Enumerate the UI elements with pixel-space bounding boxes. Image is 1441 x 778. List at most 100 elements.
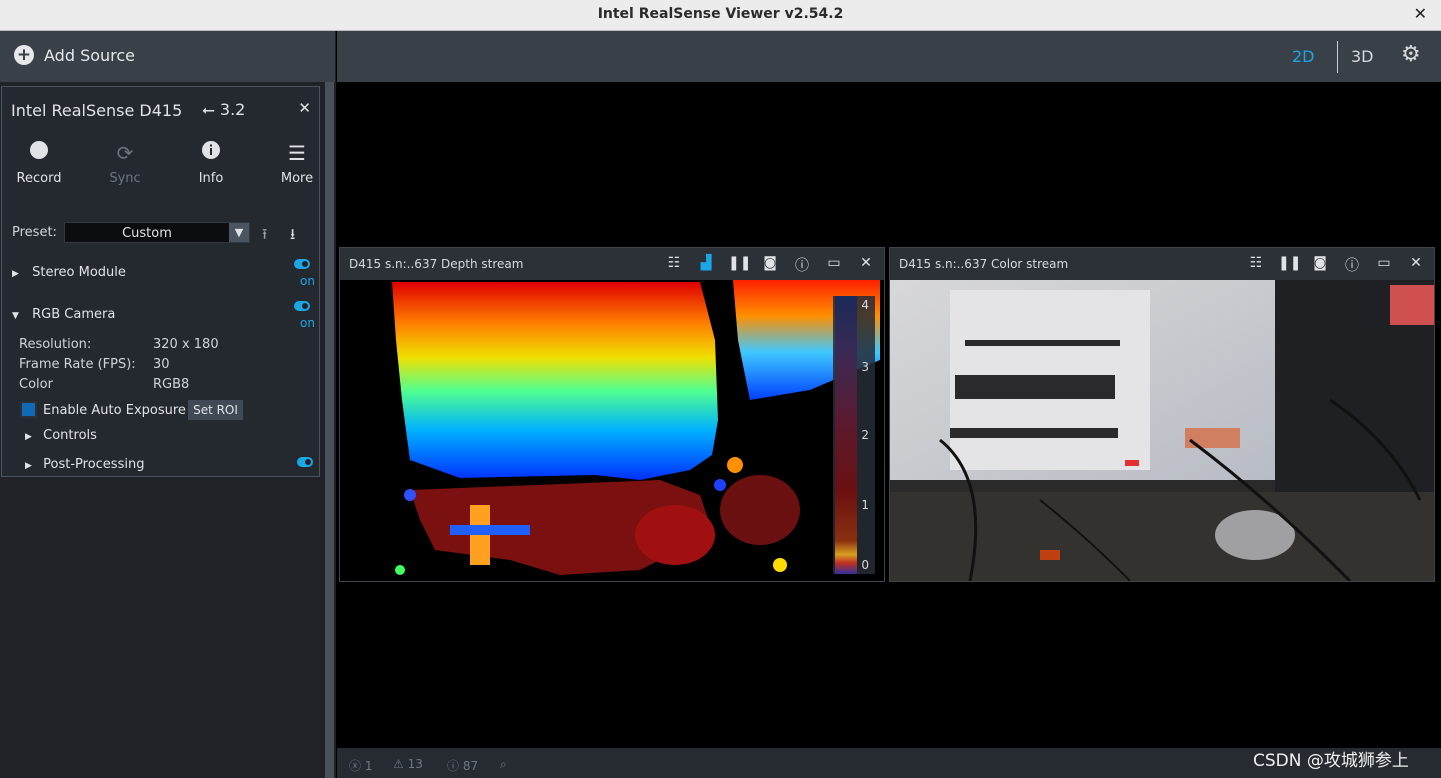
resolution-value[interactable]: 320 x 180 <box>153 337 219 352</box>
colorbar-tick: 4 <box>861 298 869 312</box>
camera-snapshot-icon[interactable]: ◙ <box>760 255 780 275</box>
info-icon: ⓘ <box>447 759 460 773</box>
window-titlebar: Intel RealSense Viewer v2.54.2 ✕ <box>0 0 1441 31</box>
view-2d-button[interactable]: 2D <box>1292 47 1315 66</box>
more-label: More <box>280 171 314 186</box>
controls-section[interactable]: ▶ Controls <box>25 428 97 443</box>
maximize-icon[interactable]: ▭ <box>824 255 844 275</box>
download-preset-icon[interactable]: ⭳ <box>290 224 295 249</box>
fps-label: Frame Rate (FPS): <box>19 357 136 372</box>
record-label: Record <box>16 171 62 186</box>
colorbar-tick: 3 <box>861 360 869 374</box>
sync-button[interactable]: ⟳ Sync <box>95 139 155 186</box>
rgb-camera-section[interactable]: ▼ RGB Camera <box>12 307 115 322</box>
warning-icon: ⚠ <box>393 757 404 771</box>
sidebar-scrollbar[interactable] <box>325 82 334 778</box>
color-camera-image <box>890 280 1434 581</box>
info-label: Info <box>198 171 224 186</box>
viewer-header: 2D 3D ⚙ <box>337 31 1441 82</box>
record-icon <box>9 139 69 167</box>
search-icon[interactable]: ⌕ <box>500 757 507 772</box>
more-button[interactable]: ☰ More <box>267 139 327 186</box>
resolution-label: Resolution: <box>19 337 92 352</box>
color-format-value[interactable]: RGB8 <box>153 377 189 392</box>
color-stream-title: D415 s.n:..637 Color stream <box>899 257 1069 271</box>
rgb-camera-label: RGB Camera <box>32 307 116 322</box>
histogram-icon[interactable]: ▟ <box>696 255 716 275</box>
view-separator <box>1337 41 1338 73</box>
window-title: Intel RealSense Viewer v2.54.2 <box>597 6 844 22</box>
info-icon <box>181 139 241 167</box>
checklist-icon[interactable]: ☷ <box>1246 255 1266 275</box>
usb-indicator: ⭠ 3.2 <box>202 100 245 120</box>
preset-label: Preset: <box>12 225 57 240</box>
view-3d-button[interactable]: 3D <box>1351 47 1374 66</box>
close-icon[interactable]: ✕ <box>1406 255 1426 275</box>
usb-icon: ⭠ <box>202 100 215 119</box>
left-header: + Add Source <box>0 31 336 82</box>
info-count-value: 87 <box>462 759 479 773</box>
sync-icon: ⟳ <box>116 141 134 165</box>
expand-down-icon: ▼ <box>12 311 19 321</box>
stereo-module-state: on <box>300 274 315 288</box>
info-icon[interactable]: ⓘ <box>792 255 812 275</box>
camera-snapshot-icon[interactable]: ◙ <box>1310 255 1330 275</box>
upload-preset-icon[interactable]: ⭱ <box>262 224 267 249</box>
color-image[interactable] <box>890 280 1434 581</box>
sync-label: Sync <box>109 171 141 186</box>
maximize-icon[interactable]: ▭ <box>1374 255 1394 275</box>
auto-exposure-checkbox[interactable] <box>20 401 37 418</box>
pause-icon[interactable]: ❚❚ <box>728 255 751 275</box>
add-source-button[interactable]: + Add Source <box>14 45 135 65</box>
info-count[interactable]: ⓘ 87 <box>447 757 478 774</box>
stereo-module-toggle[interactable] <box>294 259 310 269</box>
depth-colormap-image <box>340 280 884 581</box>
colorbar-tick: 0 <box>861 558 869 572</box>
window-close-button[interactable]: ✕ <box>1414 4 1427 23</box>
stereo-module-section[interactable]: ▶ Stereo Module <box>12 265 126 280</box>
device-panel: Intel RealSense D415 ⭠ 3.2 ✕ Record ⟳ Sy… <box>1 86 320 477</box>
color-stream-panel: D415 s.n:..637 Color stream ☷ ❚❚ ◙ ⓘ ▭ ✕ <box>889 247 1435 582</box>
usb-version: 3.2 <box>219 100 246 119</box>
device-name: Intel RealSense D415 <box>11 101 183 120</box>
record-button[interactable]: Record <box>9 139 69 186</box>
add-source-label: Add Source <box>44 45 136 65</box>
watermark: CSDN @攻城狮参上 <box>1253 751 1409 771</box>
fps-value[interactable]: 30 <box>153 357 170 372</box>
close-icon[interactable]: ✕ <box>856 255 876 275</box>
rgb-camera-toggle[interactable] <box>294 301 310 311</box>
color-format-label: Color <box>19 377 53 392</box>
info-button[interactable]: Info <box>181 139 241 186</box>
depth-stream-header: D415 s.n:..637 Depth stream ☷ ▟ ❚❚ ◙ ⓘ ▭… <box>340 248 884 280</box>
error-icon: ⓧ <box>349 759 362 773</box>
preset-select[interactable]: Custom ▼ <box>64 222 250 243</box>
depth-colorbar: 4 3 2 1 0 <box>833 296 875 574</box>
set-roi-button[interactable]: Set ROI <box>188 400 243 420</box>
color-stream-header: D415 s.n:..637 Color stream ☷ ❚❚ ◙ ⓘ ▭ ✕ <box>890 248 1434 280</box>
plus-circle-icon: + <box>14 45 34 65</box>
info-icon[interactable]: ⓘ <box>1342 255 1362 275</box>
expand-right-icon: ▶ <box>25 432 32 442</box>
depth-stream-panel: D415 s.n:..637 Depth stream ☷ ▟ ❚❚ ◙ ⓘ ▭… <box>339 247 885 582</box>
preset-value: Custom <box>122 226 172 241</box>
warning-count-value: 13 <box>407 757 423 771</box>
colorbar-gradient <box>835 296 857 574</box>
settings-gear-icon[interactable]: ⚙ <box>1401 42 1421 67</box>
post-processing-label: Post-Processing <box>43 457 145 472</box>
error-count-value: 1 <box>364 759 373 773</box>
error-count[interactable]: ⓧ 1 <box>349 757 372 774</box>
depth-image[interactable]: 4 3 2 1 0 <box>340 280 884 581</box>
colorbar-tick: 1 <box>861 498 869 512</box>
rgb-camera-state: on <box>300 316 315 330</box>
checklist-icon[interactable]: ☷ <box>664 255 684 275</box>
warning-count[interactable]: ⚠ 13 <box>393 757 423 771</box>
stereo-module-label: Stereo Module <box>32 265 126 280</box>
pause-icon[interactable]: ❚❚ <box>1278 255 1301 275</box>
device-close-button[interactable]: ✕ <box>298 99 311 117</box>
post-processing-toggle[interactable] <box>297 457 313 467</box>
depth-stream-title: D415 s.n:..637 Depth stream <box>349 257 524 271</box>
colorbar-tick: 2 <box>861 428 869 442</box>
post-processing-section[interactable]: ▶ Post-Processing <box>25 457 144 472</box>
dropdown-arrow-icon: ▼ <box>229 223 249 242</box>
expand-right-icon: ▶ <box>12 269 19 279</box>
